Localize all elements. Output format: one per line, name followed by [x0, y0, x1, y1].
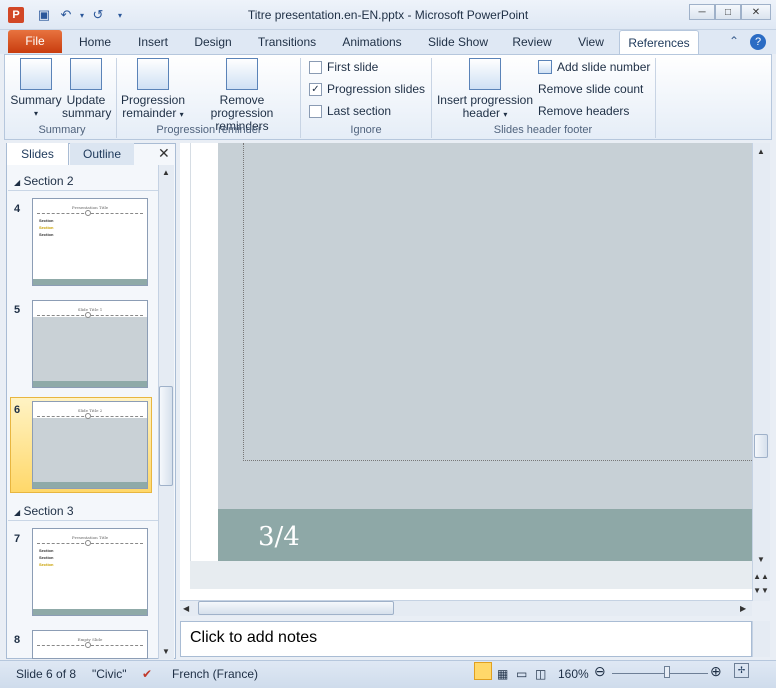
update-summary-icon — [70, 58, 102, 90]
collapse-icon: ◢ — [14, 178, 21, 187]
tab-transitions[interactable]: Transitions — [250, 30, 324, 54]
slide-page-indicator[interactable]: 3/4 — [258, 522, 300, 552]
spellcheck-icon[interactable]: ✔ — [142, 667, 152, 681]
zoom-slider[interactable] — [612, 673, 708, 674]
scroll-down-icon[interactable]: ▼ — [752, 555, 770, 564]
insert-progression-header-button[interactable]: Insert progression header ▾ — [434, 58, 536, 121]
update-summary-button[interactable]: Update summary — [62, 58, 111, 120]
slide-show-icon[interactable]: ◫ — [535, 667, 546, 681]
last-section-checkbox[interactable]: Last section — [309, 104, 391, 118]
progression-slides-checkbox[interactable]: ✓ Progression slides — [309, 82, 425, 96]
slide-sorter-icon[interactable]: ▦ — [497, 667, 508, 681]
group-divider — [116, 58, 117, 138]
remove-progression-icon — [226, 58, 258, 90]
tab-slide-show[interactable]: Slide Show — [420, 30, 496, 54]
reading-view-icon[interactable]: ▭ — [516, 667, 527, 681]
remove-progression-reminders-button[interactable]: Remove progression reminders — [188, 58, 296, 133]
normal-view-icon[interactable] — [474, 662, 492, 680]
check-icon: ✓ — [309, 82, 322, 96]
main-vertical-scrollbar[interactable] — [752, 143, 770, 601]
tab-view[interactable]: View — [568, 30, 614, 54]
slide-number: 6 — [14, 404, 21, 416]
slide-thumbnail-7[interactable]: Presentation Title Section Section Secti… — [32, 528, 148, 616]
group-label-summary: Summary — [38, 124, 86, 136]
tab-references[interactable]: References — [619, 30, 699, 55]
zoom-in-icon[interactable]: ⊕ — [710, 663, 722, 680]
previous-slide-icon[interactable]: ▲▲ — [752, 572, 770, 581]
minimize-icon[interactable]: ─ — [689, 4, 715, 20]
notes-placeholder[interactable]: Click to add notes — [190, 629, 317, 647]
summary-icon — [20, 58, 52, 90]
slide-number: 4 — [14, 203, 21, 215]
slide-thumbnail-4[interactable]: Presentation Title Section Section Secti… — [32, 198, 148, 286]
placeholder-outline[interactable] — [243, 143, 752, 461]
scroll-down-icon[interactable]: ▼ — [158, 647, 174, 656]
minimize-ribbon-icon[interactable]: ⌃ — [729, 34, 739, 48]
insert-header-icon — [469, 58, 501, 90]
progression-icon — [137, 58, 169, 90]
next-slide-icon[interactable]: ▼▼ — [752, 586, 770, 595]
slide-number: 8 — [14, 634, 21, 646]
remove-slide-count-button[interactable]: Remove slide count — [538, 82, 643, 96]
group-divider — [655, 58, 656, 138]
slide-shadow — [190, 561, 752, 589]
tab-insert[interactable]: Insert — [128, 30, 178, 54]
remove-headers-button[interactable]: Remove headers — [538, 104, 629, 118]
scroll-up-icon[interactable]: ▲ — [752, 147, 770, 156]
progression-remainder-button[interactable]: Progression remainder ▾ — [120, 58, 186, 121]
slide-thumbnail-5[interactable]: Slide Title 1 — [32, 300, 148, 388]
group-label-progression: Progression reminder — [156, 124, 262, 136]
first-slide-checkbox[interactable]: First slide — [309, 60, 378, 74]
tab-file[interactable]: File — [8, 30, 62, 53]
tab-design[interactable]: Design — [186, 30, 240, 54]
close-icon[interactable]: ✕ — [741, 4, 771, 20]
add-number-icon — [538, 60, 552, 74]
slide-thumbnail-8[interactable]: Empty Slide — [32, 630, 148, 659]
zoom-slider-thumb[interactable] — [664, 666, 670, 678]
zoom-level[interactable]: 160% — [558, 667, 589, 681]
maximize-icon[interactable]: □ — [715, 4, 741, 20]
window-title: Titre presentation.en-EN.pptx - Microsof… — [247, 8, 529, 22]
close-pane-icon[interactable]: ✕ — [158, 145, 170, 162]
scroll-thumb[interactable] — [198, 601, 394, 615]
slide-margin — [190, 143, 218, 589]
slide-number: 5 — [14, 304, 21, 316]
section-header-3[interactable]: ◢ Section 3 — [8, 501, 158, 521]
scroll-thumb[interactable] — [159, 386, 173, 486]
group-label-ignore: Ignore — [350, 124, 382, 136]
scroll-thumb[interactable] — [754, 434, 768, 458]
tab-outline[interactable]: Outline — [70, 143, 134, 165]
tab-slides[interactable]: Slides — [7, 143, 69, 165]
theme-name: "Civic" — [92, 667, 127, 681]
group-divider — [300, 58, 301, 138]
scroll-up-icon[interactable]: ▲ — [158, 168, 174, 177]
slide-thumbnail-6[interactable]: Slide Title 2 — [32, 401, 148, 489]
slide-number: 7 — [14, 533, 21, 545]
language-indicator[interactable]: French (France) — [172, 667, 258, 681]
fit-to-window-icon[interactable]: ✢ — [734, 663, 749, 678]
slide-indicator: Slide 6 of 8 — [16, 667, 77, 681]
add-slide-number-button[interactable]: Add slide number — [538, 60, 650, 74]
scroll-right-icon[interactable]: ▶ — [740, 604, 746, 613]
scroll-left-icon[interactable]: ◀ — [183, 604, 189, 613]
summary-button[interactable]: Summary ▾ — [8, 58, 64, 120]
notes-scrollbar[interactable] — [752, 621, 770, 657]
tab-review[interactable]: Review — [504, 30, 560, 54]
tab-home[interactable]: Home — [70, 30, 120, 54]
collapse-icon: ◢ — [14, 508, 21, 517]
group-label-header-footer: Slides header footer — [493, 124, 593, 136]
help-icon[interactable]: ? — [750, 34, 766, 50]
tab-animations[interactable]: Animations — [334, 30, 410, 54]
section-header-2[interactable]: ◢ Section 2 — [8, 171, 158, 191]
zoom-out-icon[interactable]: ⊖ — [594, 663, 606, 680]
